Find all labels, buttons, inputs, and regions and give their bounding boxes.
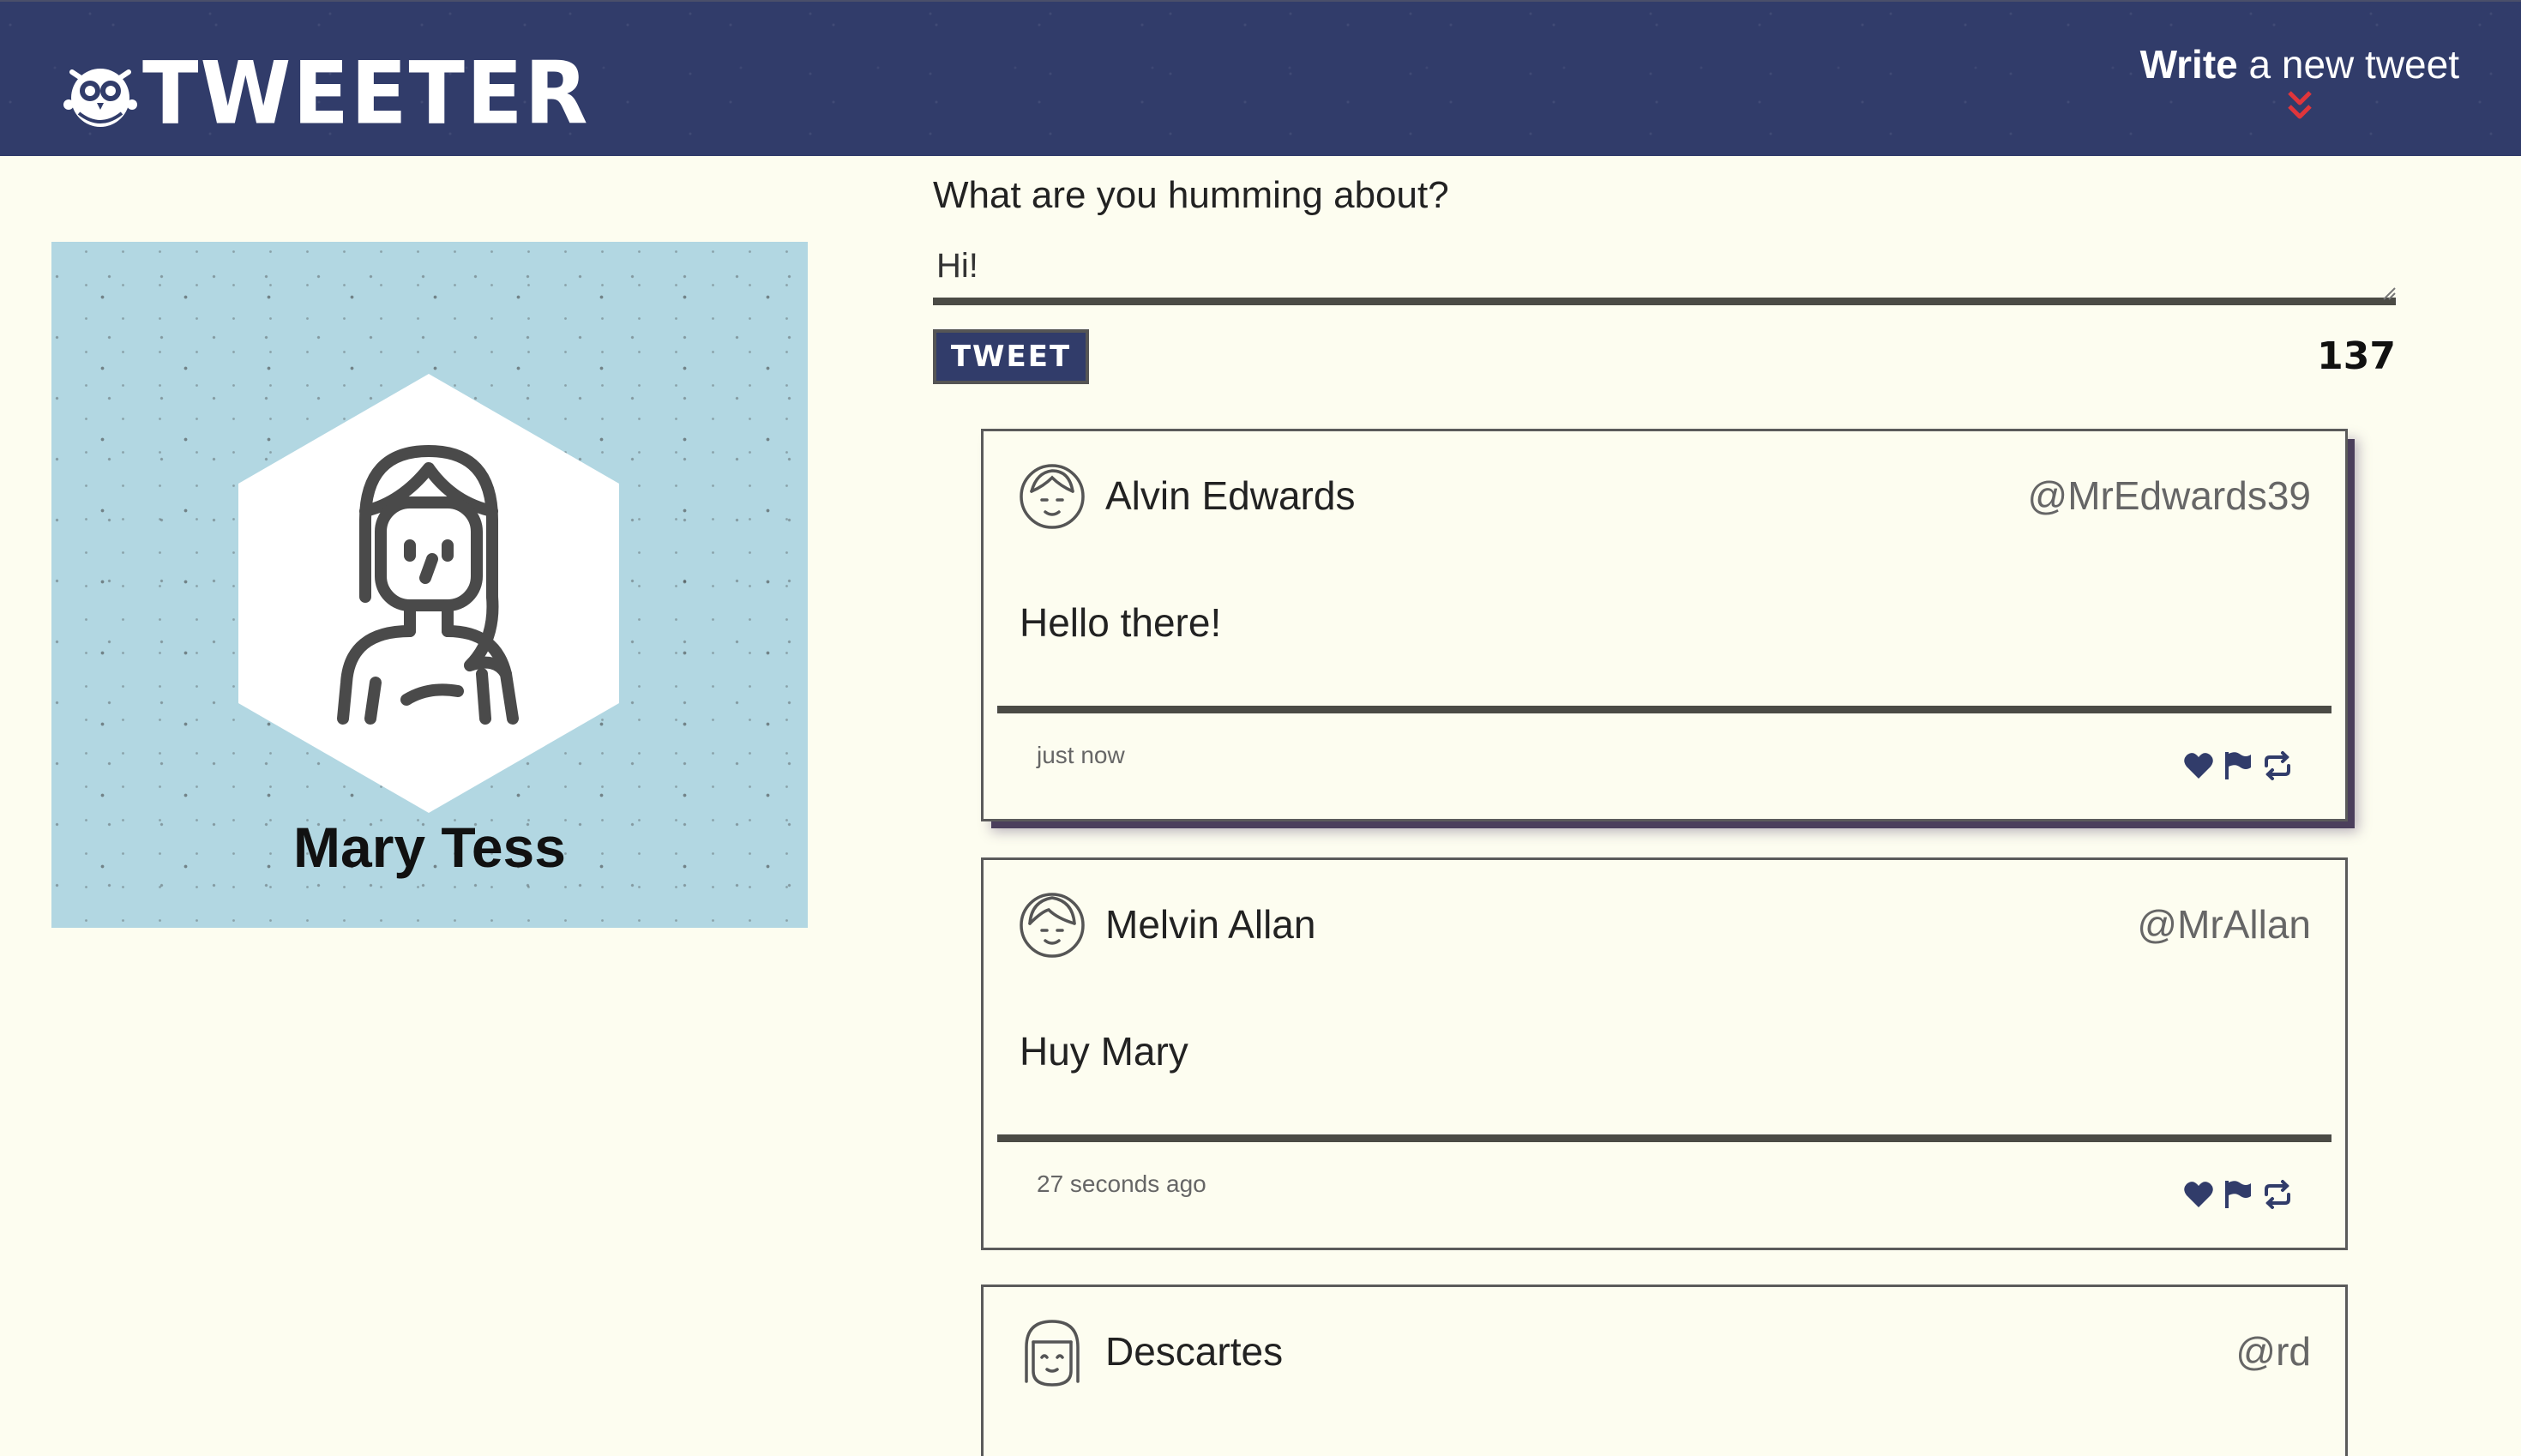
woman-avatar-icon <box>238 374 619 813</box>
double-chevron-down-icon <box>2288 91 2312 119</box>
profile-card: Mary Tess <box>51 242 808 928</box>
man-avatar-icon <box>1020 464 1085 529</box>
tweet-card[interactable]: Alvin Edwards @MrEdwards39 Hello there! … <box>981 429 2348 821</box>
tweet-card[interactable]: Descartes @rd <box>981 1285 2348 1456</box>
resize-grip-icon[interactable] <box>2380 285 2396 300</box>
tweet-author[interactable]: Descartes <box>1105 1328 1283 1375</box>
profile-name: Mary Tess <box>293 815 566 879</box>
flag-icon[interactable] <box>2222 750 2254 781</box>
tweet-handle[interactable]: @MrEdwards39 <box>2028 472 2311 519</box>
tweet-divider <box>997 706 2331 713</box>
tweet-header: Alvin Edwards @MrEdwards39 <box>984 431 2345 560</box>
tweet-header: Melvin Allan @MrAllan <box>984 860 2345 989</box>
man-avatar-icon <box>1020 893 1085 958</box>
flag-icon[interactable] <box>2222 1179 2254 1210</box>
owl-logo-icon <box>63 69 137 127</box>
heart-icon[interactable] <box>2182 1179 2215 1210</box>
heart-icon[interactable] <box>2182 750 2215 781</box>
tweet-composer: What are you humming about? TWEET 137 <box>933 168 2396 384</box>
tweet-handle[interactable]: @rd <box>2235 1328 2311 1375</box>
tweet-timestamp: 27 seconds ago <box>1037 1170 1206 1197</box>
tweet-card[interactable]: Melvin Allan @MrAllan Huy Mary 27 second… <box>981 857 2348 1250</box>
logo[interactable]: TWEETER <box>60 43 590 144</box>
tweet-text: Hello there! <box>1020 600 1222 645</box>
top-nav: TWEETER Write a new tweet <box>0 0 2521 156</box>
bob-hair-avatar-icon <box>1025 1320 1080 1387</box>
tweet-text: Huy Mary <box>1020 1029 1188 1074</box>
tweet-timestamp: just now <box>1037 742 1125 768</box>
tweet-header: Descartes @rd <box>984 1287 2345 1416</box>
tweet-divider <box>997 1134 2331 1142</box>
write-label-rest: a new tweet <box>2237 42 2460 87</box>
tweet-author[interactable]: Melvin Allan <box>1105 901 1315 948</box>
write-new-tweet-label: Write a new tweet <box>2140 41 2459 87</box>
write-new-tweet-toggle[interactable]: Write a new tweet <box>2140 41 2459 122</box>
write-label-bold: Write <box>2139 42 2238 87</box>
compose-actions: TWEET 137 <box>933 329 2396 384</box>
logo-text: TWEETER <box>142 43 590 144</box>
retweet-icon[interactable] <box>2261 750 2294 781</box>
tweet-button[interactable]: TWEET <box>933 329 1089 384</box>
char-counter: 137 <box>2317 334 2396 378</box>
tweet-actions <box>2182 1179 2294 1210</box>
retweet-icon[interactable] <box>2261 1179 2294 1210</box>
tweet-text-input[interactable] <box>933 235 2396 305</box>
compose-prompt: What are you humming about? <box>933 174 1449 216</box>
tweet-author[interactable]: Alvin Edwards <box>1105 472 1355 519</box>
tweet-actions <box>2182 750 2294 781</box>
tweet-handle[interactable]: @MrAllan <box>2137 901 2311 948</box>
